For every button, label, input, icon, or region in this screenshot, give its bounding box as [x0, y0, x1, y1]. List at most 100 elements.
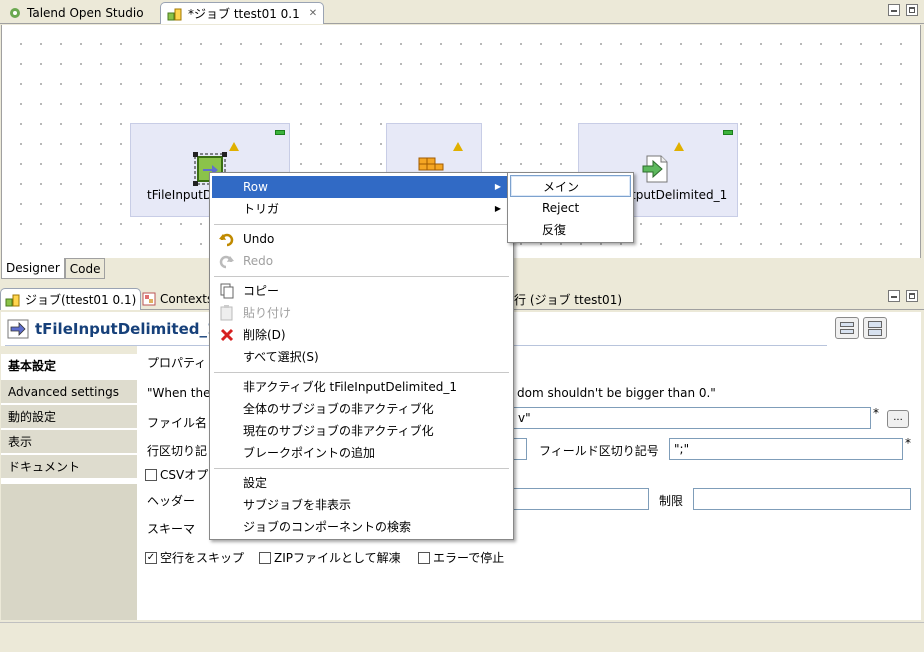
menu-item-label: 非アクティブ化 tFileInputDelimited_1 [243, 380, 458, 394]
menu-item-label: サブジョブを非表示 [243, 498, 352, 512]
menu-item-select-all[interactable]: すべて選択(S) [212, 346, 511, 368]
tab-label: 行 (ジョブ ttest01) [514, 292, 623, 307]
tab-job-ttest01[interactable]: *ジョブ ttest01 0.1 ✕ [160, 2, 325, 24]
nav-advanced-settings[interactable]: Advanced settings [1, 380, 137, 404]
collapse-icon[interactable] [723, 130, 733, 135]
checkbox-icon [259, 551, 271, 564]
warning-icon [453, 142, 463, 151]
redo-icon [219, 255, 234, 269]
submenu-arrow-icon: ▶ [494, 182, 501, 191]
menu-item-label: 削除(D) [243, 328, 286, 342]
minimize-button[interactable] [888, 290, 900, 302]
unzip-checkbox[interactable]: ZIPファイルとして解凍 [259, 549, 401, 566]
tab-talend-open-studio[interactable]: Talend Open Studio [2, 2, 150, 24]
file-input-icon [7, 319, 29, 339]
menu-item-label: ブレークポイントの追加 [243, 446, 376, 460]
tab-contexts[interactable]: Contexts [138, 288, 217, 310]
tab-job-view[interactable]: ジョブ(ttest01 0.1) [0, 288, 142, 310]
undo-icon [219, 233, 234, 247]
menu-item-label: 全体のサブジョブの非アクティブ化 [243, 402, 434, 416]
warning-icon [229, 142, 239, 151]
warning-text-end: dom shouldn't be bigger than 0." [517, 386, 716, 400]
settings-nav: 基本設定 Advanced settings 動的設定 表示 ドキュメント [1, 354, 137, 620]
menu-item-copy[interactable]: コピー [212, 280, 511, 302]
menu-item-label: Reject [542, 201, 580, 215]
warning-icon [674, 142, 684, 151]
menu-item-label: Row [243, 180, 268, 194]
row-separator-field[interactable] [513, 438, 527, 460]
filename-label: ファイル名 [147, 416, 208, 430]
menu-item-label: メイン [543, 180, 580, 194]
limit-field[interactable] [693, 488, 911, 510]
nav-documentation[interactable]: ドキュメント [1, 455, 137, 479]
header-field[interactable] [513, 488, 649, 510]
job-icon [5, 294, 20, 306]
status-bar [0, 622, 924, 652]
menu-item-delete[interactable]: 削除(D) [212, 324, 511, 346]
tab-label: ジョブ(ttest01 0.1) [25, 293, 137, 307]
row-submenu: メイン Reject 反復 [507, 172, 634, 243]
collapse-icon[interactable] [275, 130, 285, 135]
menu-item-label: コピー [243, 284, 280, 298]
tab-code[interactable]: Code [64, 258, 106, 279]
csv-option-label: CSVオプ [160, 468, 209, 482]
menu-item-deactivate-all-subjobs[interactable]: 全体のサブジョブの非アクティブ化 [212, 398, 511, 420]
submenu-item-main[interactable]: メイン [510, 175, 631, 197]
component-title: tFileInputDelimited_1 [35, 320, 218, 338]
row-layout-button[interactable] [863, 317, 887, 339]
submenu-item-reject[interactable]: Reject [510, 197, 631, 219]
unzip-label: ZIPファイルとして解凍 [274, 551, 401, 565]
csv-option-checkbox[interactable]: CSVオプ [145, 466, 208, 483]
field-separator-field[interactable]: ";" [669, 438, 903, 460]
nav-dynamic-settings[interactable]: 動的設定 [1, 405, 137, 429]
header-label: ヘッダー [147, 494, 196, 508]
menu-item-deactivate-current-subjob[interactable]: 現在のサブジョブの非アクティブ化 [212, 420, 511, 442]
checkbox-icon [418, 551, 430, 564]
menu-item-label: Redo [243, 254, 274, 268]
tab-designer[interactable]: Designer [1, 258, 65, 279]
paste-icon [220, 305, 233, 321]
nav-basic-settings[interactable]: 基本設定 [1, 354, 137, 378]
menu-item-hide-subjob[interactable]: サブジョブを非表示 [212, 494, 511, 516]
stop-on-error-checkbox[interactable]: エラーで停止 [418, 549, 504, 566]
menu-item-paste[interactable]: 貼り付け [212, 302, 511, 324]
menu-item-label: 貼り付け [243, 306, 292, 320]
context-menu: Row ▶ トリガ ▶ Undo Redo コピー 貼り付け 削除(D) すべて… [209, 172, 514, 540]
maximize-button[interactable] [906, 4, 918, 16]
menu-item-add-breakpoint[interactable]: ブレークポイントの追加 [212, 442, 511, 464]
warning-text: "When the [147, 386, 211, 400]
filename-field[interactable]: v" [513, 407, 871, 429]
stop-on-error-label: エラーで停止 [433, 551, 505, 565]
menu-item-row[interactable]: Row ▶ [212, 176, 511, 198]
submenu-item-iterate[interactable]: 反復 [510, 219, 631, 241]
job-icon [167, 8, 182, 20]
menu-item-settings[interactable]: 設定 [212, 472, 511, 494]
menu-item-label: 反復 [542, 223, 567, 237]
tab-label: *ジョブ ttest01 0.1 [188, 7, 300, 21]
nav-view[interactable]: 表示 [1, 430, 137, 454]
menu-item-label: トリガ [243, 202, 280, 216]
grid-layout-button[interactable] [835, 317, 859, 339]
property-label: プロパティ [147, 356, 207, 370]
minimize-button[interactable] [888, 4, 900, 16]
menu-item-undo[interactable]: Undo [212, 228, 511, 250]
required-mark: * [873, 406, 879, 420]
browse-button[interactable]: ... [887, 410, 909, 428]
close-icon[interactable]: ✕ [309, 8, 317, 19]
skip-empty-rows-checkbox[interactable]: ✓ 空行をスキップ [145, 549, 244, 566]
submenu-arrow-icon: ▶ [494, 204, 501, 213]
component-label: tputDelimited_1 [631, 188, 728, 202]
maximize-button[interactable] [906, 290, 918, 302]
limit-label: 制限 [659, 494, 684, 508]
menu-item-label: Undo [243, 232, 275, 246]
menu-item-deactivate-component[interactable]: 非アクティブ化 tFileInputDelimited_1 [212, 376, 511, 398]
tab-run-job[interactable]: 行 (ジョブ ttest01) [510, 288, 626, 310]
menu-item-search-components[interactable]: ジョブのコンポーネントの検索 [212, 516, 511, 538]
tab-label: Talend Open Studio [27, 6, 144, 20]
menu-item-redo[interactable]: Redo [212, 250, 511, 272]
menu-item-label: 現在のサブジョブの非アクティブ化 [243, 424, 434, 438]
tab-label: Contexts [160, 292, 214, 306]
required-mark: * [905, 436, 911, 450]
file-output-icon [642, 155, 668, 183]
menu-item-trigger[interactable]: トリガ ▶ [212, 198, 511, 220]
